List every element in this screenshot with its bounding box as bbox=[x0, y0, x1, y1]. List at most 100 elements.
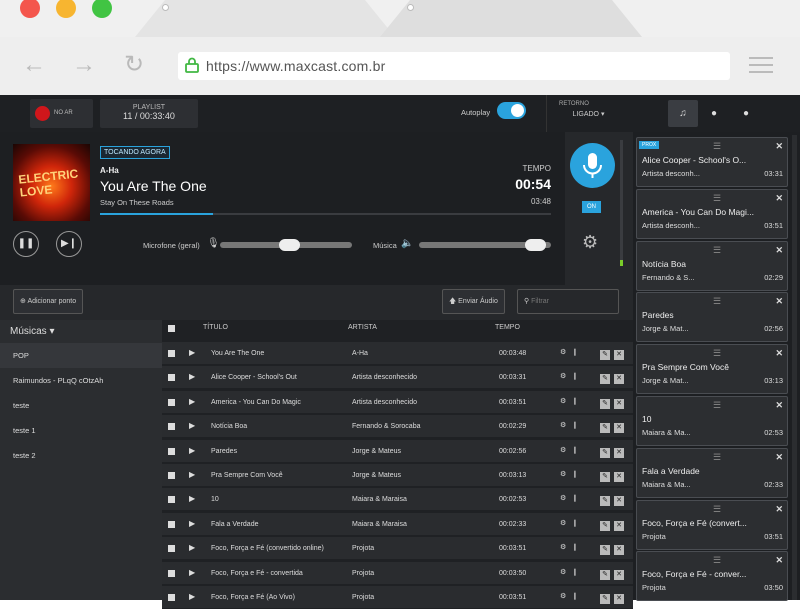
music-category-dropdown[interactable]: Músicas ▾ bbox=[0, 320, 162, 343]
edit-icon[interactable]: ✎ bbox=[600, 545, 610, 556]
edit-icon[interactable]: ✎ bbox=[600, 398, 610, 409]
add-spot-button[interactable]: ⊕ Adicionar ponto bbox=[13, 289, 84, 314]
gear-icon[interactable]: ⚙ bbox=[560, 372, 566, 380]
skip-icon[interactable]: ❙ bbox=[572, 470, 578, 478]
row-checkbox[interactable] bbox=[168, 520, 175, 528]
remove-icon[interactable]: ✕ bbox=[775, 555, 783, 566]
table-row[interactable]: ▶ Pra Sempre Com Você Jorge & Mateus 00:03:… bbox=[162, 464, 633, 487]
skip-icon[interactable]: ❙ bbox=[572, 421, 578, 429]
row-checkbox[interactable] bbox=[168, 398, 175, 406]
queue-card[interactable]: ☰ ✕ Paredes Jorge & Mat... 02:56 bbox=[636, 292, 788, 343]
remove-icon[interactable]: ✕ bbox=[775, 296, 783, 307]
queue-scrollbar[interactable] bbox=[792, 135, 797, 600]
row-checkbox[interactable] bbox=[168, 545, 175, 553]
reload-icon[interactable]: ↻ bbox=[124, 53, 144, 77]
progress-track[interactable] bbox=[100, 213, 551, 215]
remove-icon[interactable]: ✕ bbox=[775, 452, 783, 463]
drag-handle-icon[interactable]: ☰ bbox=[713, 504, 721, 515]
remove-icon[interactable]: ✕ bbox=[775, 245, 783, 256]
skip-icon[interactable]: ❙ bbox=[572, 519, 578, 527]
gear-icon[interactable]: ⚙ bbox=[560, 568, 566, 576]
edit-icon[interactable]: ✎ bbox=[600, 447, 610, 458]
play-icon[interactable]: ▶ bbox=[189, 568, 195, 577]
maximize-window-button[interactable] bbox=[92, 0, 112, 18]
remove-icon[interactable]: ✕ bbox=[775, 400, 783, 411]
next-track-button[interactable]: ▶❙ bbox=[56, 231, 82, 257]
back-arrow-icon[interactable]: ← bbox=[22, 53, 46, 77]
row-checkbox[interactable] bbox=[168, 350, 175, 357]
delete-icon[interactable]: ✕ bbox=[614, 594, 624, 604]
delete-icon[interactable]: ✕ bbox=[614, 374, 624, 385]
delete-icon[interactable]: ✕ bbox=[614, 472, 624, 482]
delete-icon[interactable]: ✕ bbox=[614, 545, 624, 556]
delete-icon[interactable]: ✕ bbox=[614, 350, 624, 360]
table-row[interactable]: ▶ Alice Cooper - School's Out Artista desc… bbox=[162, 366, 633, 390]
edit-icon[interactable]: ✎ bbox=[600, 569, 610, 580]
table-row[interactable]: ▶ Notícia Boa Fernando & Sorocaba 00:02:29 ⚙… bbox=[162, 415, 633, 439]
drag-handle-icon[interactable]: ☰ bbox=[713, 245, 721, 256]
row-checkbox[interactable] bbox=[168, 472, 175, 479]
category-item[interactable]: teste bbox=[0, 393, 162, 418]
remove-icon[interactable]: ✕ bbox=[775, 141, 783, 152]
gear-icon[interactable]: ⚙ bbox=[582, 232, 598, 253]
gear-icon[interactable]: ⚙ bbox=[560, 348, 566, 356]
drag-handle-icon[interactable]: ☰ bbox=[713, 296, 721, 307]
play-icon[interactable]: ▶ bbox=[189, 397, 195, 406]
queue-card[interactable]: ☰ ✕ Notícia Boa Fernando & S... 02:29 bbox=[636, 240, 788, 291]
edit-icon[interactable]: ✎ bbox=[600, 423, 610, 434]
user-tab-icon[interactable]: ● bbox=[699, 100, 729, 127]
forward-arrow-icon[interactable]: → bbox=[72, 53, 96, 77]
queue-card[interactable]: ☰ ✕ Pra Sempre Com Você Jorge & Mat... 03:13 bbox=[636, 344, 788, 395]
drag-handle-icon[interactable]: ☰ bbox=[713, 193, 721, 204]
drag-handle-icon[interactable]: ☰ bbox=[713, 452, 721, 463]
retorno-dropdown[interactable]: RETORNO LIGADO ▾ bbox=[546, 95, 630, 132]
music-tab-icon[interactable]: ♫ bbox=[668, 100, 698, 127]
skip-icon[interactable]: ❙ bbox=[572, 446, 578, 454]
edit-icon[interactable]: ✎ bbox=[600, 496, 610, 507]
filter-input[interactable]: ⚲ Filtrar bbox=[517, 289, 619, 314]
row-checkbox[interactable] bbox=[168, 569, 175, 577]
category-item[interactable]: POP bbox=[0, 343, 162, 368]
delete-icon[interactable]: ✕ bbox=[614, 398, 624, 409]
row-checkbox[interactable] bbox=[168, 447, 175, 455]
gear-icon[interactable]: ⚙ bbox=[560, 519, 566, 527]
mic-on-badge[interactable]: ON bbox=[582, 201, 601, 213]
table-row[interactable]: ▶ You Are The One A-Ha 00:03:48 ⚙ ❙ ✎ ✕ bbox=[162, 342, 633, 365]
skip-icon[interactable]: ❙ bbox=[572, 592, 578, 600]
address-bar[interactable]: https://www.maxcast.com.br bbox=[178, 52, 730, 80]
drag-handle-icon[interactable]: ☰ bbox=[713, 348, 721, 359]
music-slider-knob[interactable] bbox=[525, 239, 547, 251]
delete-icon[interactable]: ✕ bbox=[614, 447, 624, 458]
microphone-button[interactable] bbox=[570, 143, 615, 188]
table-row[interactable]: ▶ Foco, Força e Fé (convertido online) Pro… bbox=[162, 537, 633, 561]
autoplay-toggle[interactable] bbox=[497, 102, 526, 119]
table-row[interactable]: ▶ Foco, Força e Fé (Ao Vivo) Projota 00:03:… bbox=[162, 586, 633, 609]
gear-icon[interactable]: ⚙ bbox=[560, 543, 566, 551]
delete-icon[interactable]: ✕ bbox=[614, 520, 624, 531]
on-air-button[interactable]: NO AR bbox=[30, 99, 93, 128]
delete-icon[interactable]: ✕ bbox=[614, 569, 624, 580]
select-all-checkbox[interactable] bbox=[168, 325, 175, 332]
queue-card[interactable]: PROX ☰ ✕ Alice Cooper - School's O... Artist… bbox=[636, 137, 788, 187]
queue-card[interactable]: ☰ ✕ Foco, Força e Fé (convert... Projota 03:… bbox=[636, 499, 788, 550]
play-icon[interactable]: ▶ bbox=[189, 446, 195, 455]
drag-handle-icon[interactable]: ☰ bbox=[713, 555, 721, 566]
gear-icon[interactable]: ⚙ bbox=[560, 421, 566, 429]
row-checkbox[interactable] bbox=[168, 496, 175, 504]
table-row[interactable]: ▶ 10 Maiara & Maraisa 00:02:53 ⚙ ❙ ✎ ✕ bbox=[162, 488, 633, 512]
category-item[interactable]: Raimundos - PLqQ cOtzAh bbox=[0, 368, 162, 393]
category-item[interactable]: teste 1 bbox=[0, 418, 162, 443]
play-icon[interactable]: ▶ bbox=[189, 519, 195, 528]
gear-icon[interactable]: ⚙ bbox=[560, 592, 566, 600]
row-checkbox[interactable] bbox=[168, 423, 175, 431]
queue-card[interactable]: ☰ ✕ Foco, Força e Fé - conver... Projota 03:… bbox=[636, 551, 788, 602]
queue-card[interactable]: ☰ ✕ 10 Maiara & Ma... 02:53 bbox=[636, 396, 788, 446]
category-item[interactable]: teste 2 bbox=[0, 443, 162, 468]
remove-icon[interactable]: ✕ bbox=[775, 504, 783, 515]
queue-card[interactable]: ☰ ✕ Fala a Verdade Maiara & Ma... 02:33 bbox=[636, 447, 788, 498]
close-window-button[interactable] bbox=[20, 0, 40, 18]
play-icon[interactable]: ▶ bbox=[189, 348, 195, 357]
skip-icon[interactable]: ❙ bbox=[572, 494, 578, 502]
browser-tab-2[interactable] bbox=[380, 0, 642, 37]
gear-icon[interactable]: ⚙ bbox=[560, 470, 566, 478]
